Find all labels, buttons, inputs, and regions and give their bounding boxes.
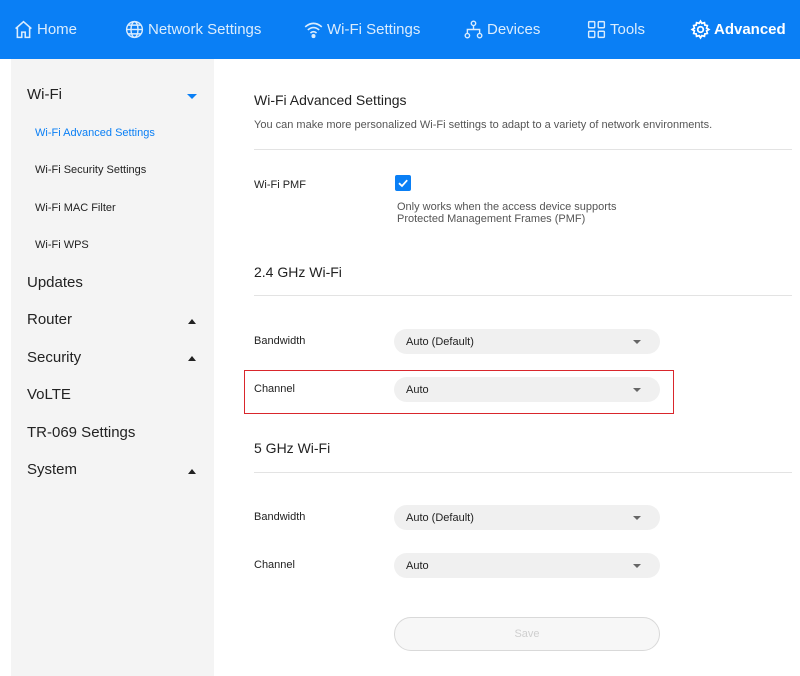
channel-label-5ghz: Channel <box>254 559 295 571</box>
wifi-pmf-hint-line1: Only works when the access device suppor… <box>397 201 617 213</box>
nav-tools-label: Tools <box>610 21 646 38</box>
devices-topology-icon <box>464 20 483 39</box>
save-button[interactable]: Save <box>394 617 660 651</box>
bandwidth-label-5ghz: Bandwidth <box>254 511 306 523</box>
sidebar-subitem-wifi-advanced-settings[interactable]: Wi-Fi Advanced Settings <box>35 127 155 139</box>
sidebar-subitem-wifi-security-settings[interactable]: Wi-Fi Security Settings <box>35 164 146 176</box>
dropdown-caret-icon <box>633 340 641 344</box>
bandwidth-select-2-4ghz[interactable]: Auto (Default) <box>394 329 660 354</box>
sidebar-item-security[interactable]: Security <box>27 349 81 366</box>
nav-wifi-settings[interactable]: Wi-Fi Settings <box>303 0 420 59</box>
tools-grid-icon <box>587 20 606 39</box>
nav-advanced-label: Advanced <box>714 21 786 38</box>
top-navigation-bar: Home Network Settings Wi-Fi Settings Dev… <box>0 0 800 59</box>
channel-select-2-4ghz[interactable]: Auto <box>394 377 660 402</box>
nav-network-settings[interactable]: Network Settings <box>124 0 261 59</box>
bandwidth-value-2-4ghz: Auto (Default) <box>406 335 474 348</box>
divider <box>254 295 792 296</box>
globe-icon <box>125 20 144 39</box>
sidebar-item-wifi[interactable]: Wi-Fi <box>27 86 62 103</box>
dropdown-caret-icon <box>633 516 641 520</box>
sidebar-item-volte[interactable]: VoLTE <box>27 386 71 403</box>
section-heading-2-4ghz: 2.4 GHz Wi-Fi <box>254 264 342 280</box>
dropdown-caret-icon <box>633 388 641 392</box>
nav-devices[interactable]: Devices <box>463 0 540 59</box>
sidebar-subitem-wifi-mac-filter[interactable]: Wi-Fi MAC Filter <box>35 202 116 214</box>
nav-wifi-settings-label: Wi-Fi Settings <box>327 21 421 38</box>
wifi-pmf-checkbox[interactable] <box>395 175 411 191</box>
sidebar-item-tr069-settings[interactable]: TR-069 Settings <box>27 424 135 441</box>
sidebar-item-router[interactable]: Router <box>27 311 72 328</box>
sidebar-item-wifi-label: Wi-Fi <box>27 86 62 103</box>
channel-label-2-4ghz: Channel <box>254 383 295 395</box>
home-icon <box>15 20 32 39</box>
nav-devices-label: Devices <box>487 21 541 38</box>
dropdown-caret-icon <box>633 564 641 568</box>
chevron-up-icon[interactable] <box>188 319 196 324</box>
checkmark-icon <box>398 179 408 188</box>
nav-home-label: Home <box>37 21 78 38</box>
divider <box>254 472 792 473</box>
chevron-down-icon[interactable] <box>187 94 197 99</box>
chevron-up-icon[interactable] <box>188 469 196 474</box>
wifi-pmf-hint: Only works when the access device suppor… <box>397 201 617 225</box>
wifi-icon <box>304 22 323 39</box>
sidebar-subitem-wifi-wps[interactable]: Wi-Fi WPS <box>35 239 89 251</box>
chevron-up-icon[interactable] <box>188 356 196 361</box>
nav-network-settings-label: Network Settings <box>148 21 262 38</box>
page-description: You can make more personalized Wi-Fi set… <box>254 119 713 131</box>
sidebar-item-updates[interactable]: Updates <box>27 274 83 291</box>
channel-value-2-4ghz: Auto <box>406 383 429 396</box>
channel-value-5ghz: Auto <box>406 559 429 572</box>
wifi-pmf-label: Wi-Fi PMF <box>254 179 306 191</box>
bandwidth-select-5ghz[interactable]: Auto (Default) <box>394 505 660 530</box>
nav-advanced[interactable]: Advanced <box>690 0 786 59</box>
wifi-pmf-hint-line2: Protected Management Frames (PMF) <box>397 213 586 225</box>
channel-select-5ghz[interactable]: Auto <box>394 553 660 578</box>
bandwidth-value-5ghz: Auto (Default) <box>406 511 474 524</box>
bandwidth-label-2-4ghz: Bandwidth <box>254 335 306 347</box>
nav-tools[interactable]: Tools <box>586 0 645 59</box>
page-title: Wi-Fi Advanced Settings <box>254 92 407 108</box>
gear-icon <box>690 19 711 40</box>
section-heading-5ghz: 5 GHz Wi-Fi <box>254 440 331 456</box>
sidebar-item-system[interactable]: System <box>27 461 77 478</box>
sidebar: Wi-Fi Wi-Fi Advanced Settings Wi-Fi Secu… <box>11 59 214 676</box>
nav-home[interactable]: Home <box>13 0 77 59</box>
divider <box>254 149 792 150</box>
